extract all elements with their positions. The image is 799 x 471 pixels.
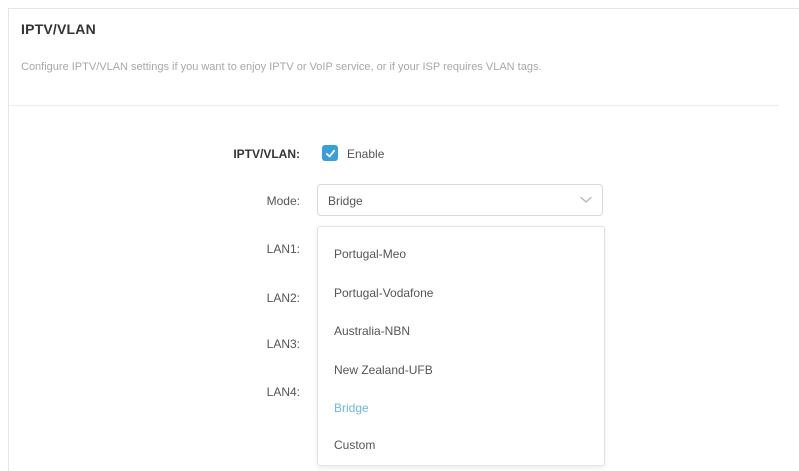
lan2-label: LAN2:	[266, 291, 300, 305]
lan1-label: LAN1:	[266, 242, 300, 256]
section-title: IPTV/VLAN	[21, 21, 96, 37]
mode-option-custom[interactable]: Custom	[334, 438, 375, 452]
iptv-vlan-label: IPTV/VLAN:	[233, 147, 300, 161]
chevron-down-icon	[580, 196, 592, 203]
mode-option-bridge[interactable]: Bridge	[334, 401, 369, 415]
lan4-label: LAN4:	[266, 385, 300, 399]
mode-dropdown-menu: Portugal-Meo Portugal-Vodafone Australia…	[317, 226, 605, 466]
check-icon	[325, 149, 335, 157]
mode-option-portugal-meo[interactable]: Portugal-Meo	[334, 247, 406, 261]
enable-label[interactable]: Enable	[347, 147, 384, 161]
mode-label: Mode:	[266, 194, 300, 208]
mode-option-portugal-vodafone[interactable]: Portugal-Vodafone	[334, 286, 433, 300]
mode-select-value: Bridge	[328, 194, 363, 208]
mode-select[interactable]: Bridge	[317, 184, 603, 216]
section-description: Configure IPTV/VLAN settings if you want…	[21, 61, 542, 73]
mode-option-new-zealand-ufb[interactable]: New Zealand-UFB	[334, 363, 433, 377]
section-divider	[9, 105, 779, 106]
lan3-label: LAN3:	[266, 337, 300, 351]
mode-option-australia-nbn[interactable]: Australia-NBN	[334, 324, 410, 338]
enable-checkbox[interactable]	[322, 145, 338, 161]
